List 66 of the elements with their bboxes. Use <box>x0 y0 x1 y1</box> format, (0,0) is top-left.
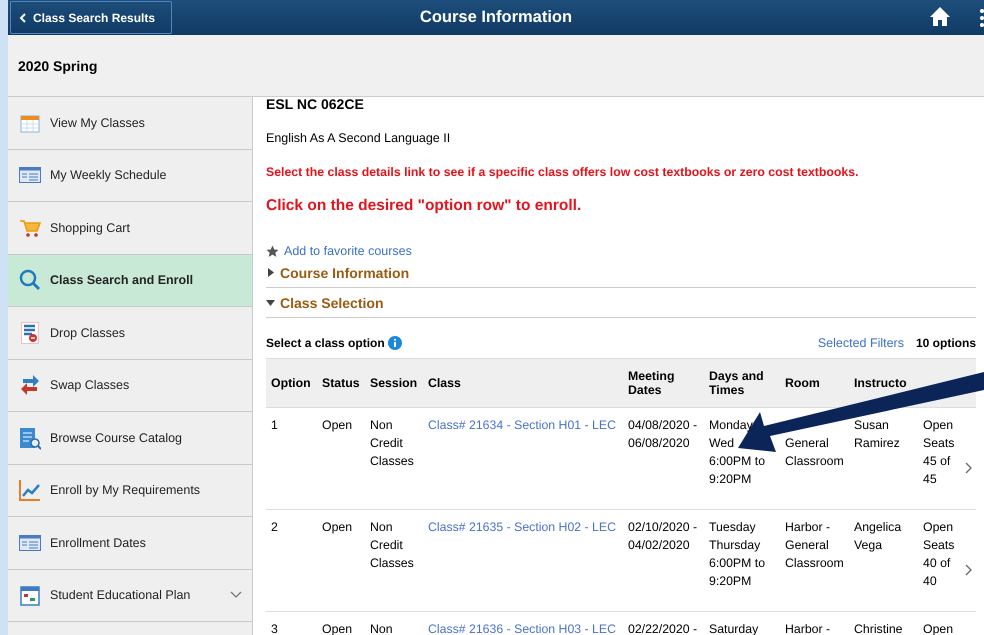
class-link[interactable]: Class# 21636 - Section H03 - LEC <box>428 622 616 635</box>
table-cell: 1 <box>266 408 317 510</box>
section-title: Course Information <box>280 264 410 280</box>
sidebar-item[interactable]: Enroll by My Requirements <box>8 464 252 517</box>
sidebar-item[interactable]: Student Educational Plan <box>8 570 252 622</box>
calendar-icon <box>20 112 40 133</box>
column-header: Class <box>423 358 623 408</box>
table-cell: 3 <box>266 612 317 635</box>
table-cell: Open Seats 45 of 45 <box>918 408 960 510</box>
term-title: 2020 Spring <box>18 58 98 74</box>
table-cell: 2 <box>266 510 317 612</box>
table-cell: Non Credit Classes <box>365 510 423 612</box>
section-header[interactable]: Course Information <box>266 258 976 288</box>
schedule-icon <box>19 534 41 551</box>
calendar-icon <box>20 584 40 606</box>
table-cell: 04/08/2020 - 06/08/2020 <box>623 408 704 510</box>
selected-filters-link[interactable]: Selected Filters <box>818 336 904 350</box>
chevron-down-icon[interactable] <box>230 591 242 600</box>
section-header[interactable]: Class Selection <box>266 288 976 318</box>
favorite-link[interactable]: Add to favorite courses <box>284 244 412 258</box>
table-cell: Christine <box>849 612 918 635</box>
drop-icon <box>21 322 39 344</box>
column-header: Status <box>317 358 365 408</box>
page-title: Course Information <box>420 8 572 27</box>
options-count: 10 options <box>916 336 976 350</box>
chevron-right-icon[interactable] <box>965 462 973 474</box>
table-cell: Open <box>317 510 365 612</box>
column-header: Room <box>780 358 849 408</box>
table-cell: Harbor - <box>780 612 849 635</box>
sidebar-item[interactable]: My Weekly Schedule <box>8 150 252 202</box>
table-cell: Open Seats 40 of 40 <box>918 510 960 612</box>
table-cell: Tuesday Thursday 6:00PM to 9:20PM <box>704 510 780 612</box>
star-icon <box>266 244 279 258</box>
sidebar-item[interactable]: Swap Classes <box>8 360 252 412</box>
table-cell: Non <box>365 612 423 635</box>
table-cell: 02/22/2020 - <box>623 612 704 635</box>
line-chart-icon <box>19 479 41 502</box>
table-cell: Angelica Vega <box>849 510 918 612</box>
table-cell: Harbor - General Classroom <box>780 510 849 612</box>
sidebar-item[interactable]: Class Search and Enroll <box>8 254 252 307</box>
column-header: Option <box>266 358 317 408</box>
info-icon[interactable] <box>388 336 402 350</box>
column-header: Days and Times <box>704 358 780 408</box>
cart-icon <box>19 218 41 238</box>
catalog-icon <box>19 426 41 450</box>
textbook-notice: Select the class details link to see if a specific class offers low cost textbooks or zero cost textbooks. <box>266 165 860 179</box>
schedule-icon <box>19 167 41 184</box>
more-icon[interactable] <box>980 9 984 27</box>
swap-icon <box>20 374 40 396</box>
home-icon[interactable] <box>930 6 950 26</box>
back-button[interactable]: Class Search Results <box>10 1 172 34</box>
chevron-right-icon[interactable] <box>965 564 973 576</box>
chevron-left-icon <box>19 12 27 22</box>
table-cell: Non Credit Classes <box>365 408 423 510</box>
class-option-label: Select a class option <box>266 336 385 350</box>
table-cell: 02/10/2020 - 04/02/2020 <box>623 510 704 612</box>
class-link[interactable]: Class# 21634 - Section H01 - LEC <box>428 418 616 432</box>
search-icon <box>19 269 41 292</box>
enroll-instruction: Click on the desired "option row" to enroll. <box>266 197 582 215</box>
course-name: English As A Second Language II <box>266 131 452 145</box>
column-header: Meeting Dates <box>623 358 704 408</box>
section-title: Class Selection <box>280 294 384 310</box>
column-header: Session <box>365 358 423 408</box>
course-code: ESL NC 062CE <box>266 97 365 114</box>
class-link[interactable]: Class# 21635 - Section H02 - LEC <box>428 520 616 534</box>
table-cell: Open <box>317 408 365 510</box>
